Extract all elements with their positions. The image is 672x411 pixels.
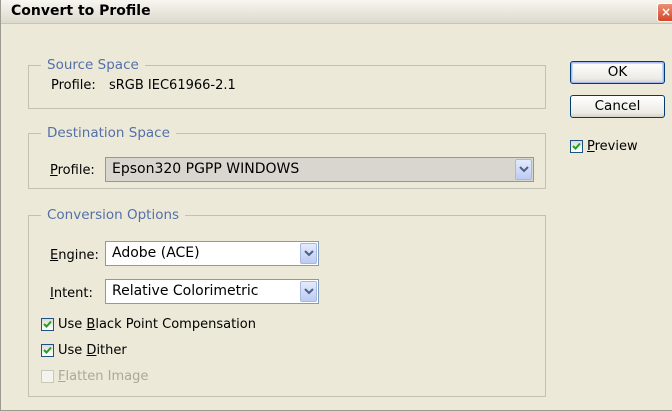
flatten-rest: latten Image [65, 369, 149, 384]
black-point-label[interactable]: Use Black Point Compensation [58, 317, 256, 332]
chevron-down-icon[interactable] [300, 281, 317, 302]
dither-pre: Use [58, 343, 87, 358]
destination-profile-select[interactable]: Epson320 PGPP WINDOWS [105, 157, 534, 182]
ok-button[interactable]: OK [570, 61, 665, 84]
engine-label: Engine: [50, 248, 99, 263]
source-space-legend: Source Space [41, 57, 145, 73]
dither-checkbox[interactable] [41, 344, 54, 357]
black-point-pre: Use [58, 317, 87, 332]
intent-value: Relative Colorimetric [112, 283, 259, 299]
intent-label: Intent: [50, 286, 93, 301]
preview-mnemonic: P [587, 139, 595, 154]
destination-profile-label-rest: rofile: [57, 163, 95, 178]
source-space-group: Source Space [28, 57, 546, 109]
preview-checkbox[interactable] [570, 140, 583, 153]
chevron-down-icon[interactable] [300, 243, 317, 264]
preview-label[interactable]: Preview [587, 139, 638, 154]
engine-value: Adobe (ACE) [112, 245, 200, 261]
black-point-mnemonic: B [86, 317, 96, 332]
flatten-image-label: Flatten Image [58, 369, 148, 384]
preview-rest: review [594, 139, 638, 154]
title-bar: Convert to Profile × [1, 0, 672, 24]
dither-label[interactable]: Use Dither [58, 343, 127, 358]
engine-select[interactable]: Adobe (ACE) [105, 241, 319, 266]
source-profile-value: sRGB IEC61966-2.1 [109, 78, 236, 93]
close-glyph: × [660, 5, 672, 19]
cancel-button[interactable]: Cancel [570, 95, 665, 118]
flatten-image-checkbox [41, 370, 54, 383]
destination-profile-label: Profile: [50, 163, 95, 178]
intent-select[interactable]: Relative Colorimetric [105, 279, 319, 304]
close-icon[interactable]: × [657, 3, 672, 22]
chevron-down-icon[interactable] [515, 159, 532, 180]
engine-mnemonic: E [50, 248, 59, 263]
destination-profile-value: Epson320 PGPP WINDOWS [112, 161, 300, 177]
black-point-rest: lack Point Compensation [95, 317, 256, 332]
convert-to-profile-dialog: Convert to Profile × Source Space Profil… [0, 0, 672, 411]
dither-mnemonic: D [86, 343, 97, 358]
black-point-checkbox[interactable] [41, 318, 54, 331]
destination-space-legend: Destination Space [41, 125, 176, 141]
engine-label-rest: ngine: [58, 248, 99, 263]
source-profile-label: Profile: [51, 78, 96, 93]
conversion-options-legend: Conversion Options [41, 207, 186, 223]
dither-rest: ither [96, 343, 127, 358]
intent-label-rest: ntent: [53, 286, 93, 301]
destination-profile-mnemonic: P [50, 163, 58, 178]
dialog-title: Convert to Profile [11, 3, 151, 19]
